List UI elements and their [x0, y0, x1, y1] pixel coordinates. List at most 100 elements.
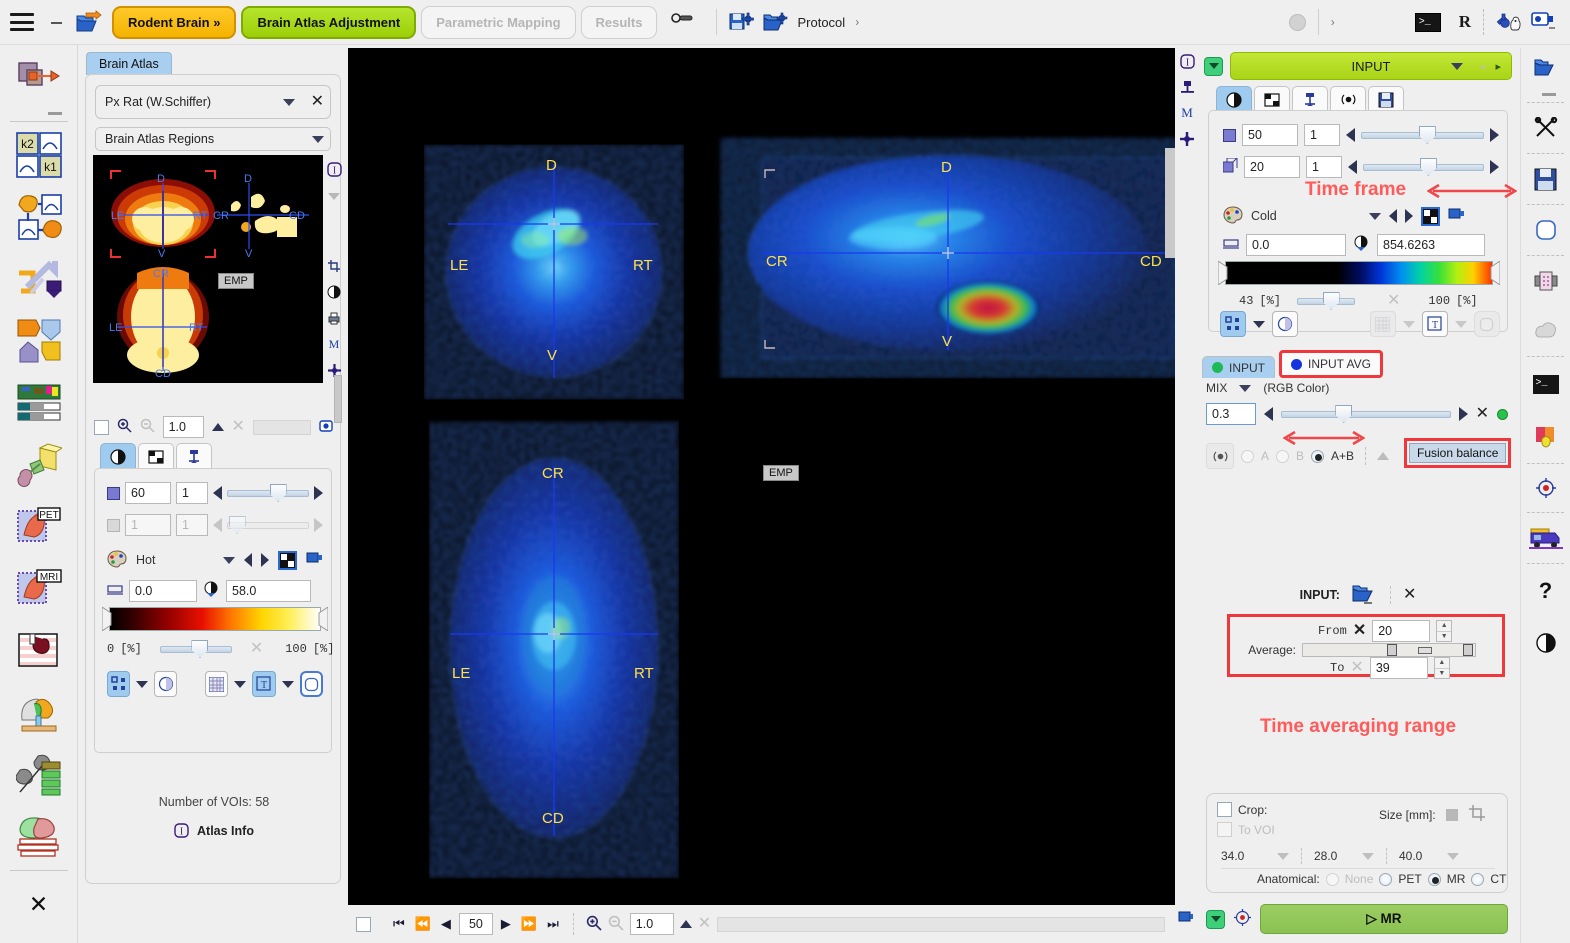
series-selector-button[interactable]: INPUT ◂ ▸: [1230, 52, 1512, 80]
viewer-pan-slot[interactable]: [717, 916, 1165, 932]
average-from-input[interactable]: 20: [1372, 620, 1431, 642]
palette-prev-icon[interactable]: [244, 553, 252, 567]
series-save-tab[interactable]: [1368, 86, 1404, 112]
atlas-layout-tab[interactable]: [138, 443, 174, 469]
viewer-zoom-input[interactable]: 1.0: [629, 913, 674, 935]
forward-icon[interactable]: ⏩: [519, 917, 539, 932]
crop-tool-icon[interactable]: [1468, 804, 1486, 825]
viewer-slice-input[interactable]: 50: [458, 913, 493, 935]
series-frame-step-input[interactable]: 1: [1306, 156, 1342, 178]
series-next-icon[interactable]: ▸: [1495, 60, 1501, 73]
atlas-slice-next-icon[interactable]: [314, 486, 323, 500]
sidebar-item-pet-cardiac[interactable]: PET: [9, 496, 69, 558]
series-fusion-tab[interactable]: [1330, 86, 1366, 112]
series-range-min-input[interactable]: 0.0: [1246, 234, 1346, 256]
atlas-frame-next-icon[interactable]: [314, 518, 323, 532]
layer-pill-input[interactable]: INPUT: [1202, 356, 1275, 378]
chain-link-icon[interactable]: [670, 10, 698, 34]
palette-next-icon[interactable]: [261, 553, 269, 567]
first-slice-icon[interactable]: ⏮: [391, 917, 407, 932]
series-text-dropdown-icon[interactable]: [1454, 320, 1467, 328]
atlas-range-max-input[interactable]: 58.0: [226, 580, 311, 602]
next-slice-icon[interactable]: ▶: [499, 917, 513, 932]
series-voi-display-button[interactable]: [1220, 311, 1247, 337]
atlas-slice-prev-icon[interactable]: [213, 486, 222, 500]
radio-ct[interactable]: [1471, 872, 1485, 886]
info-icon[interactable]: I: [1176, 48, 1198, 74]
tab-results[interactable]: Results: [580, 5, 658, 39]
crop-icon[interactable]: [326, 253, 342, 279]
atlas-slice-input[interactable]: 60: [125, 482, 171, 504]
series-colorbar[interactable]: [1218, 261, 1500, 285]
previous-slice-icon[interactable]: ◀: [439, 917, 453, 932]
series-frame-prev-icon[interactable]: [1348, 160, 1357, 174]
crop-dim-y-dropdown-icon[interactable]: [1362, 852, 1374, 860]
series-contrast-tab[interactable]: [1216, 86, 1252, 112]
radio-ab[interactable]: [1311, 449, 1325, 463]
matrix-icon[interactable]: [1521, 256, 1570, 306]
minimize-icon[interactable]: [50, 15, 64, 29]
threshold-icon[interactable]: [1353, 235, 1370, 255]
tab-rodent-brain[interactable]: Rodent Brain »: [112, 5, 237, 39]
close-app-button[interactable]: ✕: [9, 873, 69, 935]
series-frame-next-icon[interactable]: [1490, 160, 1499, 174]
image-viewer[interactable]: D V LE RT D V CR CD CR CD LE RT EMP: [348, 48, 1175, 905]
atlas-grid-dropdown-icon[interactable]: [234, 680, 247, 688]
truck-icon[interactable]: [1521, 513, 1570, 563]
series-palette-invert-icon[interactable]: [1421, 206, 1440, 226]
crosshair-icon[interactable]: [1176, 126, 1198, 152]
sidebar-item-color-table-tool[interactable]: [9, 372, 69, 434]
sidebar-item-brain-tool[interactable]: [9, 682, 69, 744]
series-dropdown-icon[interactable]: [1451, 62, 1463, 70]
fusion-value-input[interactable]: 0.3: [1206, 403, 1256, 425]
atlas-slice-slider[interactable]: [227, 484, 309, 502]
radio-none[interactable]: [1325, 872, 1339, 886]
input-clear-button[interactable]: ✕: [1403, 587, 1416, 603]
atlas-regions-combo[interactable]: Brain Atlas Regions: [95, 127, 331, 151]
sidebar-item-cardiac-perfusion[interactable]: [9, 620, 69, 682]
average-to-input[interactable]: 39: [1369, 657, 1428, 679]
palette-icon[interactable]: [107, 549, 127, 571]
average-from-clear-button[interactable]: ✕: [1353, 623, 1366, 639]
rail-minimize-icon[interactable]: [10, 107, 68, 119]
series-percent-reset-button[interactable]: ✕: [1387, 293, 1400, 309]
action-menu-icon[interactable]: [1206, 909, 1225, 929]
atlas-percent-reset-button[interactable]: ✕: [250, 641, 263, 657]
fusion-reset-button[interactable]: ✕: [1476, 406, 1489, 422]
print-icon[interactable]: [326, 305, 342, 331]
ab-expand-icon[interactable]: [1377, 452, 1390, 460]
series-palette-prev-icon[interactable]: [1389, 209, 1397, 223]
tab-brain-atlas[interactable]: Brain Atlas: [86, 52, 172, 75]
average-to-spinner[interactable]: ▲ ▼: [1433, 657, 1450, 679]
series-grid-dropdown-icon[interactable]: [1402, 320, 1415, 328]
atlas-slice-step-input[interactable]: 1: [176, 482, 208, 504]
series-annotation-tab[interactable]: [1292, 86, 1328, 112]
series-frame-slider[interactable]: [1363, 158, 1484, 176]
series-range-max-input[interactable]: 854.6263: [1377, 234, 1485, 256]
tab-parametric-mapping[interactable]: Parametric Mapping: [421, 5, 576, 39]
series-prev-icon[interactable]: ◂: [1479, 60, 1485, 73]
contrast-icon[interactable]: [326, 279, 342, 305]
fusion-mode-icon[interactable]: [1206, 443, 1234, 469]
atlas-capture-icon[interactable]: [319, 419, 334, 436]
series-slice-input[interactable]: 50: [1242, 124, 1298, 146]
series-transparency-button[interactable]: [1272, 311, 1299, 337]
sidebar-item-rodent-brain-tool[interactable]: [9, 806, 69, 868]
sidebar-item-3d-rendering[interactable]: [9, 434, 69, 496]
console-icon[interactable]: >_: [1414, 12, 1441, 32]
series-menu-icon[interactable]: [1204, 56, 1223, 76]
series-palette-next-icon[interactable]: [1405, 209, 1413, 223]
sidebar-item-projection-tool[interactable]: [9, 744, 69, 806]
atlas-frame-slider[interactable]: [227, 516, 309, 534]
atlas-scrollbar[interactable]: [334, 375, 342, 423]
atlas-frame-step-input[interactable]: 1: [176, 514, 208, 536]
atlas-colorbar[interactable]: [102, 607, 328, 631]
radio-b[interactable]: [1276, 449, 1290, 463]
atlas-percent-slider[interactable]: [159, 640, 232, 658]
average-to-clear-button[interactable]: ✕: [1350, 660, 1363, 676]
sidebar-item-segmentation[interactable]: [9, 310, 69, 372]
series-slice-slider[interactable]: [1361, 126, 1484, 144]
series-palette-capture-icon[interactable]: [1448, 207, 1465, 225]
clear-template-button[interactable]: ✕: [311, 94, 324, 110]
sidebar-item-mri-cardiac[interactable]: MRI: [9, 558, 69, 620]
